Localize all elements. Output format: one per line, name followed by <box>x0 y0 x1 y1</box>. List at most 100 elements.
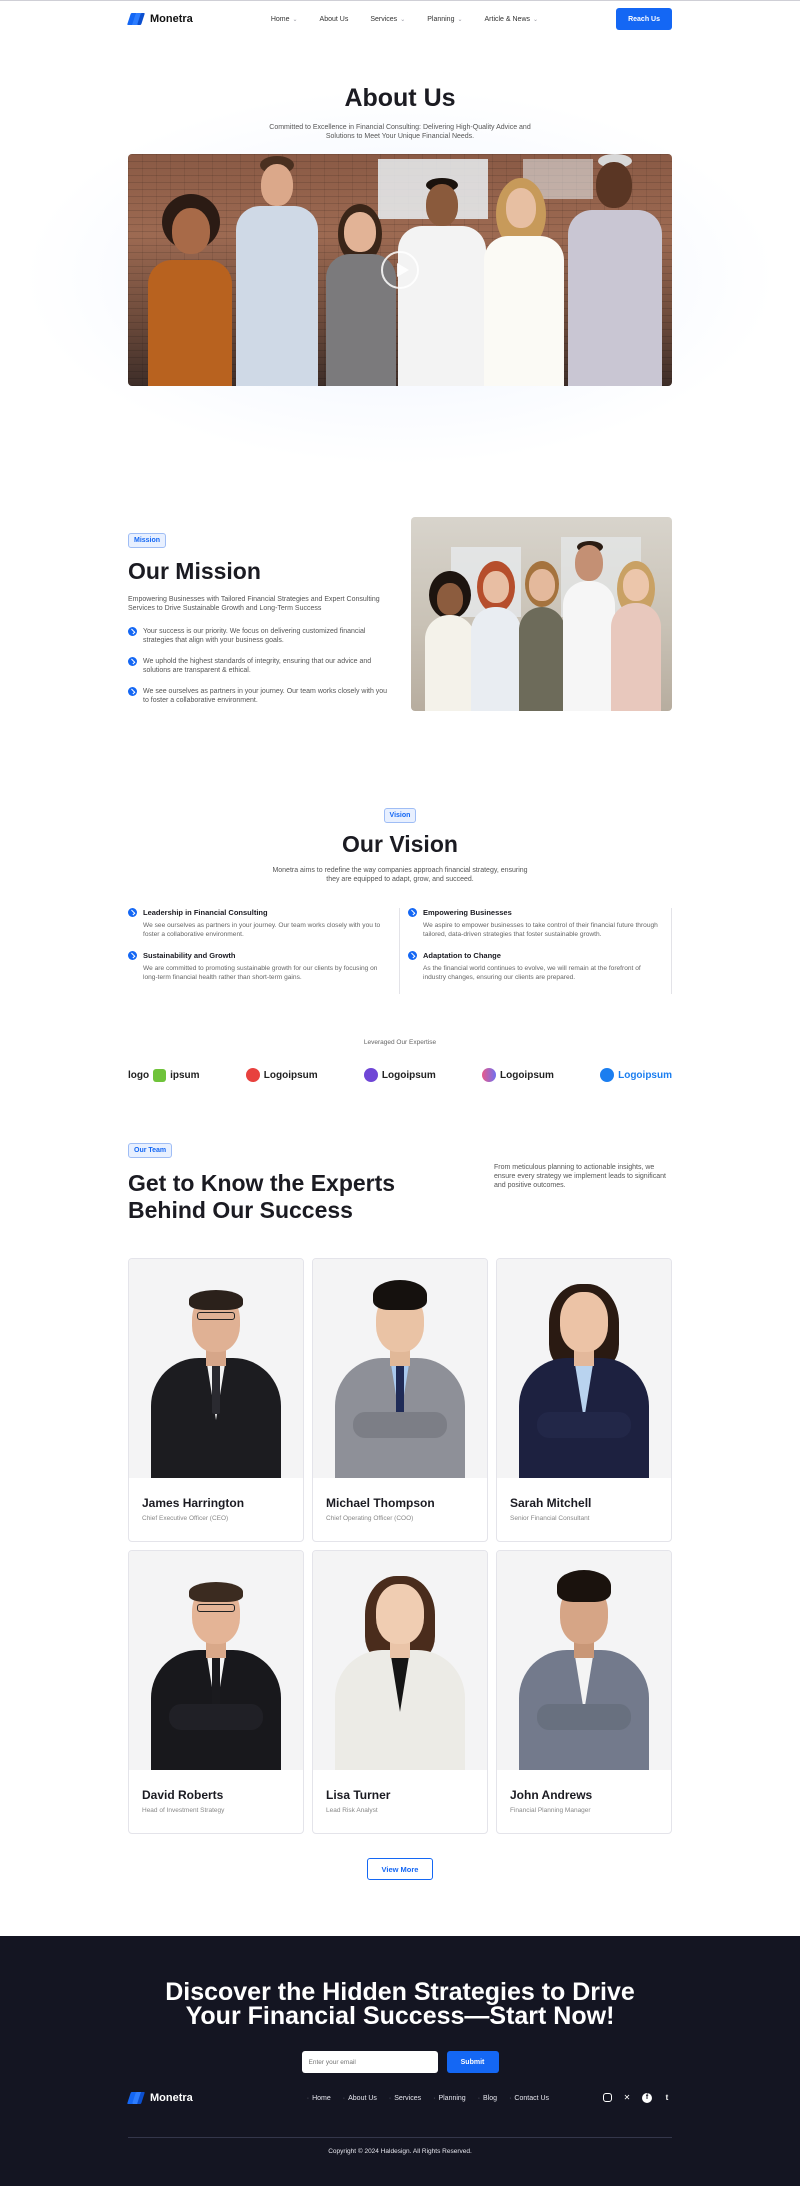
bullet-text: We uphold the highest standards of integ… <box>143 658 372 674</box>
nav-item-about[interactable]: About Us <box>320 16 349 23</box>
member-name: James Harrington <box>142 1496 245 1510</box>
vision-item-desc: We are committed to promoting sustainabl… <box>143 965 378 981</box>
team-card[interactable]: John Andrews Financial Planning Manager <box>496 1550 672 1834</box>
chevron-down-icon: ⌄ <box>292 16 298 23</box>
team-title: Get to Know the Experts Behind Our Succe… <box>128 1170 396 1223</box>
chevron-down-icon: ⌄ <box>400 16 406 23</box>
team-description: From meticulous planning to actionable i… <box>494 1164 666 1189</box>
facebook-icon[interactable]: f <box>642 2093 652 2103</box>
member-role: Chief Executive Officer (CEO) <box>142 1515 229 1522</box>
nav-item-planning[interactable]: Planning ⌄ <box>427 16 462 23</box>
footer-link-services[interactable]: Services <box>389 2095 421 2102</box>
nav-item-label: About Us <box>319 15 349 23</box>
client-logo: Logoipsum <box>600 1068 672 1082</box>
reach-us-button[interactable]: Reach Us <box>616 8 672 30</box>
nav-item-label: Services <box>370 15 398 23</box>
member-name: John Andrews <box>510 1788 593 1802</box>
footer-link-about[interactable]: About Us <box>343 2095 377 2102</box>
team-card[interactable]: Michael Thompson Chief Operating Officer… <box>312 1258 488 1542</box>
team-grid: James Harrington Chief Executive Officer… <box>128 1258 672 1834</box>
top-nav: Monetra Home ⌄ About Us Services ⌄ Plannin… <box>127 1 672 37</box>
bolt-circle-icon <box>245 1068 260 1082</box>
chevron-down-icon: ⌄ <box>457 16 463 23</box>
email-input[interactable] <box>301 2051 438 2073</box>
vision-item: Adaptation to Change As the financial wor… <box>400 951 672 994</box>
member-role: Head of Investment Strategy <box>142 1807 225 1814</box>
team-card[interactable]: Sarah Mitchell Senior Financial Consulta… <box>496 1258 672 1542</box>
person <box>558 154 666 386</box>
team-card[interactable]: James Harrington Chief Executive Officer… <box>128 1258 304 1542</box>
vision-item: Leadership in Financial Consulting We see… <box>128 908 400 951</box>
ring-icon <box>482 1068 496 1082</box>
team-group-photo <box>128 154 672 386</box>
office-team-photo <box>411 517 672 711</box>
nav-item-home[interactable]: Home ⌄ <box>271 16 298 23</box>
check-circle-icon <box>408 908 417 917</box>
person <box>478 154 568 386</box>
footer-nav-row: Monetra Home About Us Services Planning … <box>127 2091 672 2105</box>
member-name: Lisa Turner <box>326 1788 391 1802</box>
monetra-logo-icon <box>127 12 145 26</box>
chevron-down-icon: ⌄ <box>533 16 539 23</box>
check-circle-icon <box>128 951 137 960</box>
footer-brand[interactable]: Monetra <box>127 2091 193 2105</box>
bullet-text: Your success is our priority. We focus o… <box>143 628 366 644</box>
nav-item-services[interactable]: Services ⌄ <box>370 16 405 23</box>
mission-title: Our Mission <box>128 558 261 584</box>
vision-item-desc: We see ourselves as partners in your jou… <box>143 922 381 938</box>
play-video-button[interactable] <box>381 251 419 289</box>
person <box>228 154 324 386</box>
check-circle-icon <box>408 951 417 960</box>
member-role: Lead Risk Analyst <box>326 1807 378 1814</box>
shield-icon <box>153 1068 167 1082</box>
team-member-photo <box>497 1551 671 1770</box>
vision-item-desc: As the financial world continues to evol… <box>423 965 641 981</box>
mission-lead: Empowering Businesses with Tailored Fina… <box>128 596 380 612</box>
team-member-photo <box>313 1259 487 1478</box>
nav-item-label: Home <box>270 15 290 23</box>
nav-item-label: Article & News <box>484 15 531 23</box>
x-icon[interactable]: ✕ <box>622 2093 632 2103</box>
check-circle-icon <box>128 627 137 636</box>
logos-caption: Leveraged Our Expertise <box>363 1039 437 1046</box>
copyright: Copyright © 2024 Haldesign. All Rights R… <box>328 2148 472 2155</box>
brand-name: Monetra <box>150 13 193 25</box>
submit-button[interactable]: Submit <box>446 2051 499 2073</box>
tumblr-icon[interactable]: t <box>662 2093 672 2103</box>
client-logo: Logoipsum <box>363 1068 436 1082</box>
team-card[interactable]: Lisa Turner Lead Risk Analyst <box>312 1550 488 1834</box>
hero-section: About Us Committed to Excellence in Fina… <box>0 37 800 477</box>
footer-link-home[interactable]: Home <box>307 2095 331 2102</box>
check-circle-icon <box>128 687 137 696</box>
footer-link-planning[interactable]: Planning <box>433 2095 465 2102</box>
cta-line: Your Financial Success—Start Now! <box>185 2002 615 2030</box>
footer-link-contact[interactable]: Contact Us <box>509 2095 549 2102</box>
logo-text: Logoipsum <box>500 1069 554 1081</box>
instagram-icon[interactable] <box>603 2093 612 2102</box>
vision-item: Sustainability and Growth We are committe… <box>128 951 400 994</box>
mission-section: Mission Our Mission Empowering Businesse… <box>128 517 672 711</box>
client-logo: Logoipsum <box>245 1068 318 1082</box>
social-links: ✕ f t <box>603 2093 672 2103</box>
vision-item: Empowering Businesses We aspire to empowe… <box>400 908 672 951</box>
member-role: Senior Financial Consultant <box>510 1515 590 1522</box>
nav-item-articles[interactable]: Article & News ⌄ <box>485 16 539 23</box>
circle-logo-icon <box>600 1068 615 1082</box>
member-role: Chief Operating Officer (COO) <box>326 1515 414 1522</box>
person <box>517 561 567 711</box>
team-tag: Our Team <box>128 1143 173 1158</box>
subscribe-form: Submit <box>0 2051 800 2073</box>
brand-logo[interactable]: Monetra <box>127 12 193 26</box>
nav-menu: Home ⌄ About Us Services ⌄ Planning ⌄ Artic… <box>271 16 538 23</box>
team-member-photo <box>313 1551 487 1770</box>
person <box>609 561 663 711</box>
team-member-photo <box>497 1259 671 1478</box>
page-title: About Us <box>344 84 456 112</box>
footer-link-blog[interactable]: Blog <box>478 2095 497 2102</box>
team-card[interactable]: David Roberts Head of Investment Strateg… <box>128 1550 304 1834</box>
vision-item-title: Adaptation to Change <box>423 951 501 960</box>
footer-cta-heading: Discover the Hidden Strategies to Drive … <box>0 1936 800 2030</box>
view-more-button[interactable]: View More <box>367 1858 433 1880</box>
member-role: Financial Planning Manager <box>510 1807 591 1814</box>
vision-item-title: Sustainability and Growth <box>143 951 236 960</box>
